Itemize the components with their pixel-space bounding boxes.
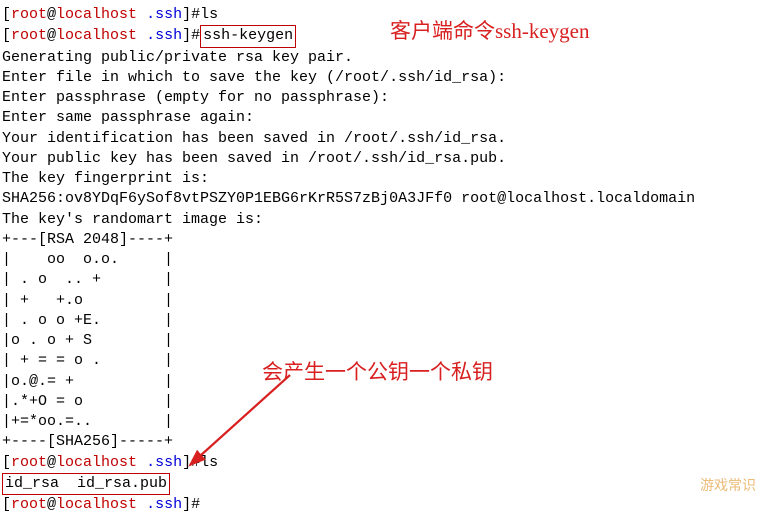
watermark-text: 游戏常识 xyxy=(700,478,756,497)
output-line: Enter passphrase (empty for no passphras… xyxy=(2,88,773,108)
annotation-side: 会产生一个公钥一个私钥 xyxy=(262,358,493,386)
output-line: The key fingerprint is: xyxy=(2,169,773,189)
randomart-line: | . o .. + | xyxy=(2,270,773,290)
cmd-ls-1: ls xyxy=(200,6,218,23)
prompt-host: localhost xyxy=(56,6,137,23)
prompt-user: root xyxy=(11,6,47,23)
output-line: Your public key has been saved in /root/… xyxy=(2,149,773,169)
output-line: SHA256:ov8YDqF6ySof8vtPSZY0P1EBG6rKrR5S7… xyxy=(2,189,773,209)
prompt-line-2: [root@localhost .ssh]#ssh-keygen xyxy=(2,25,773,47)
ls-output-box: id_rsa id_rsa.pub xyxy=(2,473,773,495)
prompt-line-3: [root@localhost .ssh]#ls xyxy=(2,453,773,473)
prompt-symbol: # xyxy=(191,6,200,23)
randomart-line: | . o o +E. | xyxy=(2,311,773,331)
output-line: Enter same passphrase again: xyxy=(2,108,773,128)
output-line: Enter file in which to save the key (/ro… xyxy=(2,68,773,88)
prompt-path: .ssh xyxy=(146,6,182,23)
output-line: Generating public/private rsa key pair. xyxy=(2,48,773,68)
randomart-line: |+=*oo.=.. | xyxy=(2,412,773,432)
randomart-line: |.*+O = o | xyxy=(2,392,773,412)
prompt-line-1: [root@localhost .ssh]#ls xyxy=(2,5,773,25)
ls-output: id_rsa id_rsa.pub xyxy=(2,473,170,495)
annotation-top: 客户端命令ssh-keygen xyxy=(390,17,589,45)
output-line: Your identification has been saved in /r… xyxy=(2,129,773,149)
randomart-line: |o . o + S | xyxy=(2,331,773,351)
cmd-ls-2: ls xyxy=(200,454,218,471)
randomart-line: | oo o.o. | xyxy=(2,250,773,270)
cmd-ssh-keygen: ssh-keygen xyxy=(200,25,296,47)
prompt-line-4: [root@localhost .ssh]# xyxy=(2,495,773,515)
randomart-line: +----[SHA256]-----+ xyxy=(2,432,773,452)
randomart-line: +---[RSA 2048]----+ xyxy=(2,230,773,250)
output-line: The key's randomart image is: xyxy=(2,210,773,230)
randomart-line: | + +.o | xyxy=(2,291,773,311)
